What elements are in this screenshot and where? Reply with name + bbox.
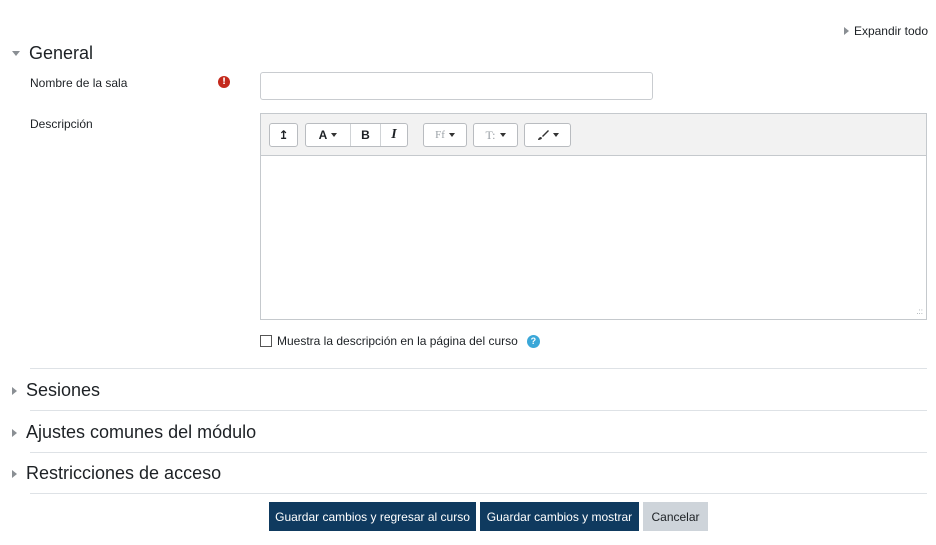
resize-grip-icon[interactable]: .::	[916, 308, 923, 316]
show-description-label: Muestra la descripción en la página del …	[277, 334, 518, 348]
section-sesiones-title: Sesiones	[26, 380, 101, 400]
section-general-title: General	[29, 43, 94, 63]
toolbar-group-format: A B I	[305, 123, 408, 147]
chevron-right-icon	[12, 428, 17, 437]
help-icon[interactable]: ?	[526, 334, 540, 348]
room-name-label: Nombre de la sala	[30, 76, 128, 90]
toolbar-group-font-size: T:	[473, 123, 518, 147]
expand-all-link[interactable]: Expandir todo	[843, 24, 928, 38]
chevron-right-icon	[12, 469, 17, 478]
section-divider	[30, 452, 927, 453]
font-color-button[interactable]: A	[306, 124, 350, 146]
caret-down-icon	[552, 133, 559, 137]
italic-button[interactable]: I	[380, 124, 407, 146]
description-editor: ↥ A B I Ff T: .::	[260, 113, 927, 320]
editor-toolbar: ↥ A B I Ff T:	[261, 114, 926, 156]
caret-down-icon	[499, 133, 506, 137]
toolbar-group-paint	[524, 123, 571, 147]
show-description-checkbox[interactable]	[260, 335, 272, 347]
toolbar-group-font-family: Ff	[423, 123, 467, 147]
section-sesiones-toggle[interactable]: Sesiones	[12, 380, 100, 401]
expand-all-label: Expandir todo	[853, 24, 928, 38]
section-divider	[30, 410, 927, 411]
bold-button[interactable]: B	[350, 124, 380, 146]
section-general-toggle[interactable]: General	[12, 43, 93, 64]
description-textarea[interactable]: .::	[261, 156, 926, 319]
section-divider	[30, 368, 927, 369]
paintbrush-icon	[537, 130, 549, 140]
save-and-display-button[interactable]: Guardar cambios y mostrar	[480, 502, 639, 531]
chevron-right-icon	[12, 386, 17, 395]
toolbar-group-collapse: ↥	[269, 123, 298, 147]
font-color-icon: A	[318, 128, 328, 142]
section-restricciones-title: Restricciones de acceso	[26, 463, 222, 483]
section-restricciones-toggle[interactable]: Restricciones de acceso	[12, 463, 221, 484]
section-ajustes-title: Ajustes comunes del módulo	[26, 422, 257, 442]
show-description-row: Muestra la descripción en la página del …	[260, 334, 540, 348]
font-family-icon: Ff	[435, 129, 445, 141]
cancel-button[interactable]: Cancelar	[643, 502, 708, 531]
font-size-icon: T:	[485, 127, 496, 142]
chevron-right-icon	[843, 27, 849, 35]
room-name-input[interactable]	[260, 72, 653, 100]
caret-down-icon	[448, 133, 455, 137]
collapse-toolbar-icon[interactable]: ↥	[270, 124, 297, 146]
section-ajustes-toggle[interactable]: Ajustes comunes del módulo	[12, 422, 256, 443]
required-icon: !	[218, 76, 230, 88]
paint-format-button[interactable]	[525, 124, 570, 146]
description-label: Descripción	[30, 117, 93, 131]
font-size-button[interactable]: T:	[474, 124, 517, 146]
font-family-button[interactable]: Ff	[424, 124, 466, 146]
section-divider	[30, 493, 927, 494]
chevron-down-icon	[12, 51, 20, 56]
save-and-return-button[interactable]: Guardar cambios y regresar al curso	[269, 502, 476, 531]
caret-down-icon	[331, 133, 338, 137]
